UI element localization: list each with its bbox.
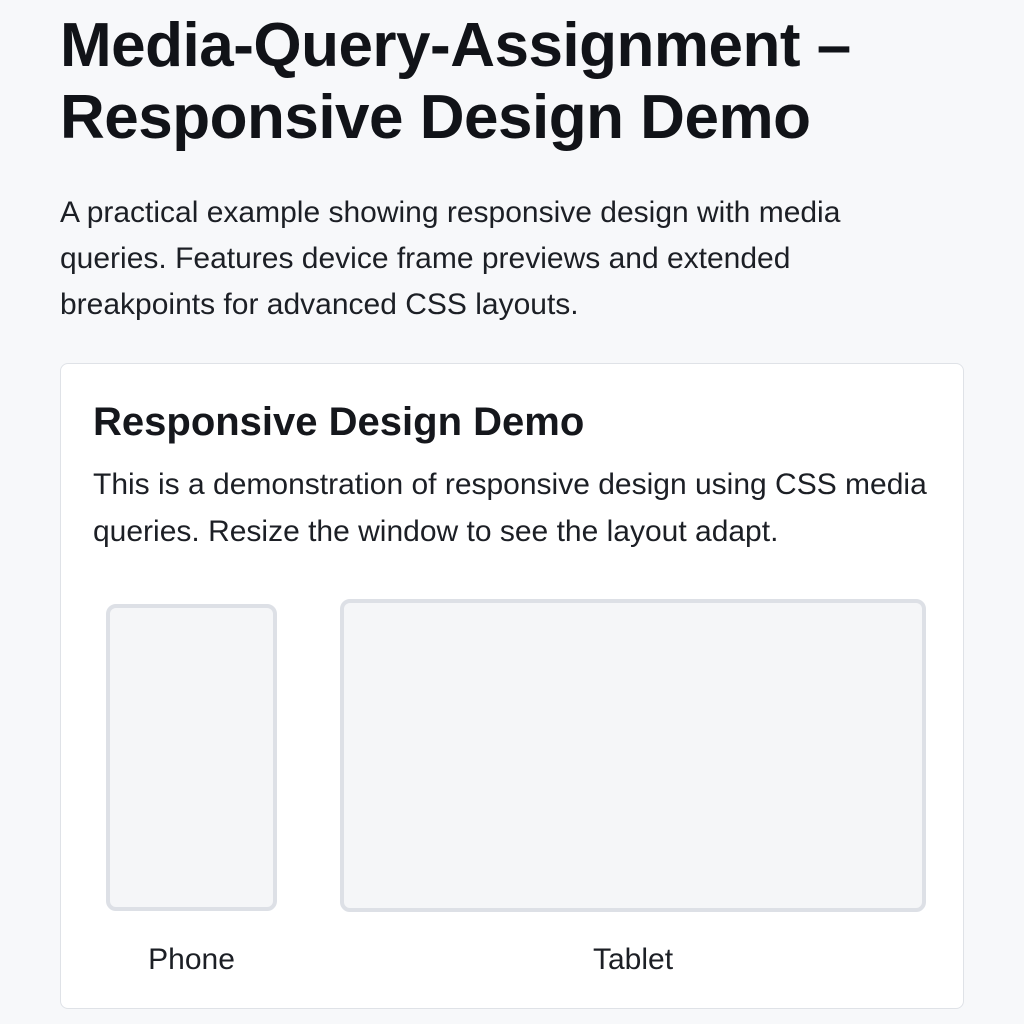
demo-card-description: This is a demonstration of responsive de… [93,468,927,548]
phone-label: Phone [148,943,235,976]
tablet-label: Tablet [592,943,674,976]
phone-frame-preview [106,604,277,911]
demo-card: Responsive Design Demo This is a demonst… [60,363,964,1009]
page-title: Media-Query-Assignment – Responsive Desi… [60,11,851,152]
page: Media-Query-Assignment – Responsive Desi… [0,0,1024,1024]
tablet-frame-preview [340,599,926,912]
page-intro: A practical example showing responsive d… [60,196,841,321]
demo-card-title: Responsive Design Demo [93,400,585,444]
